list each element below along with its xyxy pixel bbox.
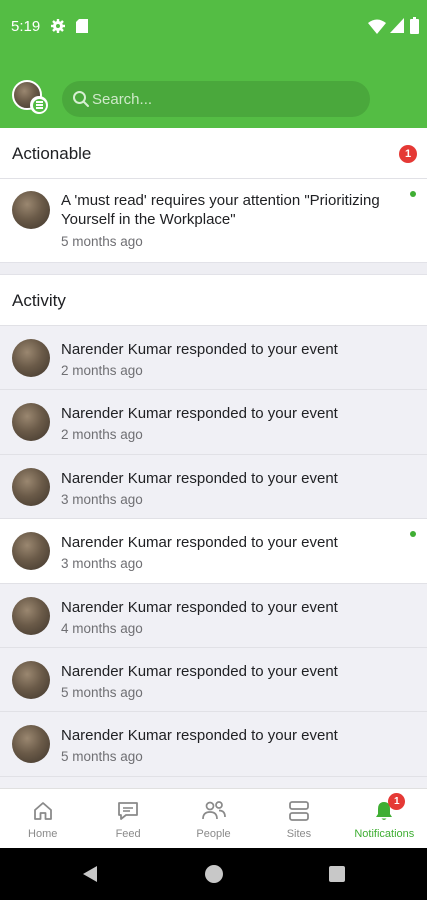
activity-list: Narender Kumar responded to your event 2 … <box>0 325 427 788</box>
notification-text: Narender Kumar responded to your event <box>61 534 338 552</box>
system-navigation-bar <box>0 848 427 900</box>
notification-time: 5 months ago <box>61 234 143 249</box>
avatar <box>12 596 50 635</box>
activity-item[interactable]: Narender Kumar responded to your event 2 … <box>0 325 427 390</box>
actionable-item[interactable]: A 'must read' requires your attention "P… <box>0 178 427 262</box>
nav-label: Feed <box>115 828 141 840</box>
gear-icon <box>51 19 65 33</box>
home-button-icon[interactable] <box>205 865 223 883</box>
activity-item[interactable]: Narender Kumar responded to your event 3 … <box>0 518 427 583</box>
activity-item[interactable]: Narender Kumar responded to your event 5 … <box>0 711 427 776</box>
notification-text: A 'must read' requires your attention "P… <box>61 192 380 228</box>
status-bar: 5:19 <box>0 0 427 54</box>
nav-label: People <box>196 828 231 840</box>
actionable-section-header: Actionable 1 <box>0 128 427 178</box>
people-icon <box>201 799 227 823</box>
activity-section-header: Activity <box>0 275 427 325</box>
notification-text: Narender Kumar responded to your event <box>61 405 338 423</box>
status-time: 5:19 <box>11 18 41 35</box>
avatar <box>12 467 50 506</box>
avatar <box>12 532 50 571</box>
nav-label: Sites <box>286 828 312 840</box>
signal-icon <box>390 18 404 33</box>
nav-sites[interactable]: Sites <box>256 789 341 848</box>
avatar <box>12 660 50 699</box>
nav-label: Notifications <box>354 828 415 840</box>
activity-item[interactable]: Narender Kumar responded to your event 3 … <box>0 453 427 519</box>
app-header: 5:19 <box>0 0 427 128</box>
avatar <box>12 339 50 377</box>
activity-item[interactable]: Narender Kumar responded to your event 2 … <box>0 389 427 454</box>
home-icon <box>30 799 56 823</box>
menu-badge-icon <box>30 96 48 114</box>
back-icon[interactable] <box>82 865 98 883</box>
notification-text: Narender Kumar responded to your event <box>61 341 338 358</box>
notification-time: 4 months ago <box>61 620 143 636</box>
recents-icon[interactable] <box>329 866 345 882</box>
notification-time: 2 months ago <box>61 363 143 378</box>
notification-time: 3 months ago <box>61 491 143 507</box>
battery-icon <box>410 17 419 34</box>
actionable-count-badge: 1 <box>399 145 417 163</box>
notifications-count-badge: 1 <box>388 793 406 810</box>
nav-notifications[interactable]: 1 Notifications <box>342 789 427 848</box>
section-title: Actionable <box>12 144 92 163</box>
chat-icon <box>115 799 141 823</box>
section-divider <box>0 262 427 275</box>
notification-time: 5 months ago <box>61 749 143 765</box>
bottom-navigation: Home Feed People Sites 1 Notifications <box>0 788 427 848</box>
activity-item[interactable]: Narender Kumar responded to your event 5 … <box>0 646 427 712</box>
sd-card-icon <box>76 19 88 33</box>
nav-label: Home <box>28 828 58 840</box>
avatar <box>12 725 50 764</box>
avatar <box>12 191 50 229</box>
sites-icon <box>286 799 312 823</box>
search-icon <box>73 91 89 107</box>
nav-feed[interactable]: Feed <box>85 789 170 848</box>
notification-time: 2 months ago <box>61 427 143 443</box>
notification-time: 3 months ago <box>61 556 143 572</box>
unread-indicator <box>410 191 416 197</box>
notification-text: Narender Kumar responded to your event <box>61 469 338 487</box>
notifications-list[interactable]: Actionable 1 A 'must read' requires your… <box>0 128 427 788</box>
unread-indicator <box>410 531 416 538</box>
activity-item[interactable]: Narender Kumar responded to your event <box>0 775 427 788</box>
nav-people[interactable]: People <box>171 789 256 848</box>
search-input[interactable] <box>92 81 362 117</box>
activity-item[interactable]: Narender Kumar responded to your event 4 … <box>0 582 427 647</box>
notification-text: Narender Kumar responded to your event <box>61 662 338 680</box>
nav-home[interactable]: Home <box>0 789 85 848</box>
profile-avatar-button[interactable] <box>12 80 48 116</box>
section-title: Activity <box>12 291 66 310</box>
avatar <box>12 403 50 442</box>
notification-time: 5 months ago <box>61 684 143 700</box>
search-bar[interactable] <box>62 81 370 117</box>
wifi-icon <box>368 19 386 34</box>
notification-text: Narender Kumar responded to your event <box>61 727 338 745</box>
notification-text: Narender Kumar responded to your event <box>61 598 338 616</box>
